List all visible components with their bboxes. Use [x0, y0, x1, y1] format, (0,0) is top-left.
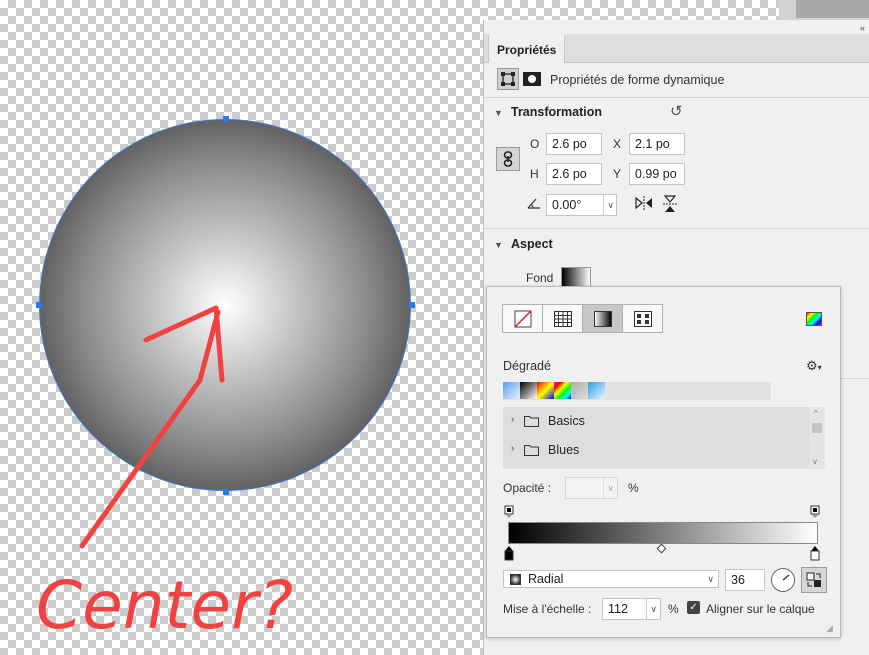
- gradient-preview-bar[interactable]: [508, 522, 818, 544]
- fill-type-pattern-button[interactable]: [622, 304, 663, 333]
- mask-icon[interactable]: [521, 68, 543, 90]
- recent-gradient-swatch[interactable]: [520, 382, 537, 399]
- y-label: Y: [613, 167, 622, 181]
- gradient-angle-field[interactable]: 36: [725, 569, 765, 591]
- chevron-right-icon[interactable]: ›: [511, 443, 514, 454]
- annotation-overlay: Center?: [36, 305, 293, 644]
- chevron-right-icon[interactable]: ›: [511, 414, 514, 425]
- color-picker-icon[interactable]: [806, 312, 822, 326]
- scrollbar-thumb[interactable]: [812, 423, 822, 433]
- angle-select[interactable]: 0.00° ∨: [546, 194, 617, 216]
- gradient-type-select[interactable]: Radial ∨: [503, 570, 719, 588]
- fill-swatch[interactable]: [561, 267, 591, 287]
- gradient-type-value: Radial: [528, 572, 564, 586]
- scale-value: 112: [608, 602, 628, 616]
- scale-unit: %: [668, 602, 679, 616]
- angle-icon: [527, 197, 541, 212]
- recent-gradient-swatch[interactable]: [588, 382, 605, 399]
- recent-gradient-swatch[interactable]: [503, 382, 520, 399]
- height-field[interactable]: 2.6 po: [546, 163, 602, 185]
- scrollbar[interactable]: ^ v: [809, 407, 825, 469]
- scroll-up-icon[interactable]: ^: [814, 409, 818, 418]
- collapse-panel-icon[interactable]: «: [860, 23, 865, 33]
- link-dimensions-button[interactable]: [496, 147, 520, 171]
- folder-label: Blues: [548, 443, 580, 457]
- recent-gradient-swatch[interactable]: [554, 382, 571, 399]
- scale-label: Mise à l'échelle :: [503, 602, 592, 616]
- reverse-gradient-button[interactable]: [801, 567, 827, 593]
- color-stop-right[interactable]: [810, 545, 820, 564]
- tab-properties[interactable]: Propriétés: [488, 34, 566, 63]
- folder-icon: [524, 415, 539, 430]
- width-field[interactable]: 2.6 po: [546, 133, 602, 155]
- scroll-down-icon[interactable]: v: [813, 457, 817, 466]
- settings-gear-icon[interactable]: ⚙▾: [806, 358, 822, 374]
- scale-field[interactable]: 112 ∨: [602, 598, 661, 620]
- opacity-label: Opacité :: [503, 481, 552, 495]
- width-label: O: [530, 137, 540, 151]
- chevron-down-icon[interactable]: ▼: [494, 240, 503, 250]
- flip-vertical-icon[interactable]: [662, 194, 678, 217]
- chevron-down-icon[interactable]: ∨: [646, 599, 657, 619]
- angle-dial[interactable]: [771, 568, 795, 592]
- shape-properties-icon[interactable]: [497, 68, 519, 90]
- angle-value: 0.00°: [552, 198, 582, 212]
- recent-gradient-swatch[interactable]: [571, 382, 588, 399]
- chevron-down-icon[interactable]: ∨: [603, 478, 614, 498]
- opacity-field[interactable]: ∨: [565, 477, 618, 499]
- opacity-stop-left[interactable]: [504, 505, 514, 522]
- flip-horizontal-icon[interactable]: [634, 195, 654, 214]
- opacity-unit: %: [628, 481, 639, 495]
- top-strip-dark: [796, 0, 869, 18]
- preset-folder-row[interactable]: › Basics: [503, 407, 809, 435]
- gradient-midpoint[interactable]: [656, 543, 667, 554]
- align-label: Aligner sur le calque: [706, 602, 815, 616]
- recent-gradient-swatch[interactable]: [537, 382, 554, 399]
- annotation-text: Center?: [36, 567, 293, 644]
- section-title-transformation[interactable]: Transformation: [511, 105, 602, 119]
- x-label: X: [613, 137, 622, 151]
- color-stop-left[interactable]: [504, 545, 514, 564]
- gradient-section-label: Dégradé: [503, 359, 551, 373]
- radial-icon: [510, 574, 521, 585]
- arrow-shaft: [79, 309, 221, 549]
- divider: [839, 378, 869, 379]
- chevron-down-icon[interactable]: ∨: [603, 195, 614, 215]
- opacity-stop-right[interactable]: [810, 505, 820, 522]
- shape-properties-header: Propriétés de forme dynamique: [550, 73, 725, 87]
- chevron-down-icon[interactable]: ▼: [494, 108, 503, 118]
- fill-label: Fond: [526, 271, 554, 285]
- fill-type-solid-button[interactable]: [542, 304, 583, 333]
- folder-label: Basics: [548, 414, 585, 428]
- divider: [484, 228, 869, 229]
- section-title-aspect[interactable]: Aspect: [511, 237, 553, 251]
- divider: [484, 97, 869, 98]
- align-checkbox[interactable]: ✓: [687, 601, 700, 614]
- x-field[interactable]: 2.1 po: [629, 133, 685, 155]
- fill-type-gradient-button[interactable]: [582, 304, 623, 333]
- resize-grip-icon[interactable]: ◢: [826, 623, 833, 634]
- preset-folder-row[interactable]: › Blues: [503, 435, 809, 469]
- height-label: H: [530, 167, 539, 181]
- fill-type-none-button[interactable]: [502, 304, 543, 333]
- folder-icon: [524, 444, 539, 459]
- reset-icon[interactable]: ↺: [670, 102, 683, 120]
- y-field[interactable]: 0.99 po: [629, 163, 685, 185]
- chevron-down-icon[interactable]: ∨: [707, 571, 714, 587]
- gradient-fill-popup: Dégradé ⚙▾ › Basics › Blues ^ v Opacité …: [486, 286, 841, 638]
